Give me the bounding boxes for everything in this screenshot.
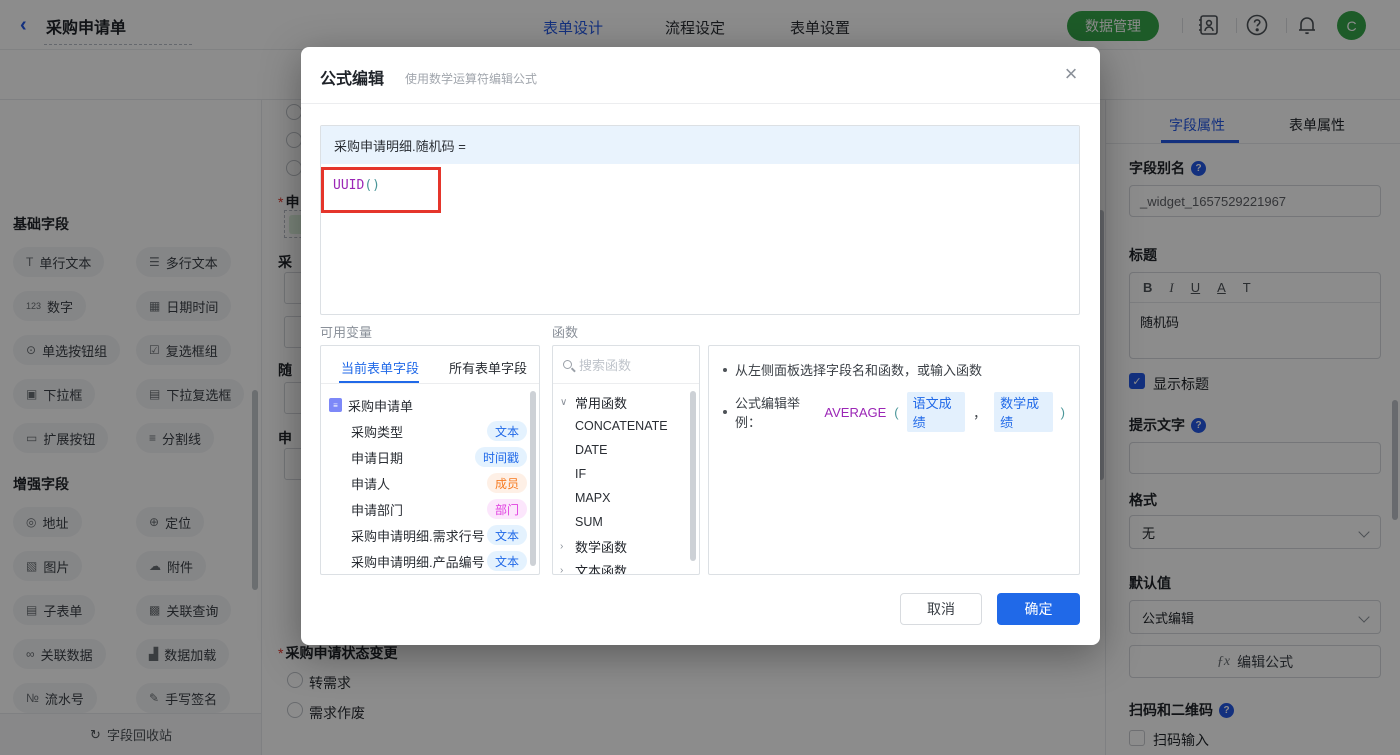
type-badge: 文本 — [486, 421, 527, 441]
chevron-right-icon: › — [560, 564, 564, 575]
chevron-down-icon: ∨ — [560, 396, 568, 408]
type-badge: 部门 — [486, 499, 527, 519]
variables-panel: 当前表单字段 所有表单字段 ≡ 采购申请单 采购类型 文本 申请日期 时间戳 申请人… — [320, 345, 540, 575]
type-badge: 时间戳 — [474, 447, 527, 467]
tree-root-form[interactable]: ≡ 采购申请单 — [321, 392, 539, 418]
functions-label: 函数 — [552, 325, 579, 340]
function-group-common[interactable]: ∨ 常用函数 — [553, 390, 699, 414]
function-group-math[interactable]: › 数学函数 — [553, 534, 699, 558]
function-item[interactable]: IF — [553, 462, 699, 486]
bullet-icon — [723, 410, 727, 414]
functions-tree: ∨ 常用函数 CONCATENATE DATE IF MAPX SUM › 数学函数… — [553, 384, 699, 575]
function-item[interactable]: MAPX — [553, 486, 699, 510]
divider — [301, 103, 1100, 104]
example-field-chip: 语文成绩 — [906, 392, 966, 432]
functions-scrollbar[interactable] — [690, 391, 696, 561]
formula-edit-modal: 公式编辑 使用数学运算符编辑公式 × 采购申请明细.随机码 = UUID() 可… — [301, 47, 1100, 645]
form-designer-app: ‹ 采购申请单 表单设计 流程设定 表单设置 数据管理 C ⊘ — [0, 0, 1400, 755]
function-item[interactable]: SUM — [553, 510, 699, 534]
tip-line-1: 从左侧面板选择字段名和函数，或输入函数 — [723, 360, 1065, 379]
variable-item[interactable]: 申请日期 时间戳 — [321, 444, 539, 470]
type-badge: 文本 — [486, 551, 527, 571]
form-name: 采购申请单 — [348, 398, 414, 414]
formula-editor: 采购申请明细.随机码 = UUID() — [320, 125, 1080, 315]
modal-title: 公式编辑 — [320, 71, 385, 88]
tab-all-form-fields[interactable]: 所有表单字段 — [449, 358, 527, 377]
functions-panel: 搜索函数 ∨ 常用函数 CONCATENATE DATE IF MAPX SUM … — [552, 345, 700, 575]
function-item[interactable]: CONCATENATE — [553, 414, 699, 438]
variables-scrollbar[interactable] — [530, 391, 536, 566]
function-group-text[interactable]: › 文本函数 — [553, 558, 699, 575]
chevron-right-icon: › — [560, 540, 564, 552]
example-function: AVERAGE — [824, 404, 887, 420]
variable-item[interactable]: 申请人 成员 — [321, 470, 539, 496]
variables-tabs: 当前表单字段 所有表单字段 — [321, 346, 539, 384]
variable-item[interactable]: 采购申请明细.需求行号 文本 — [321, 522, 539, 548]
tips-panel: 从左侧面板选择字段名和函数，或输入函数 公式编辑举例： AVERAGE( 语文成绩… — [708, 345, 1080, 575]
tip-line-2: 公式编辑举例： AVERAGE( 语文成绩 ， 数学成绩 ) — [723, 392, 1065, 432]
modal-subtitle: 使用数学运算符编辑公式 — [405, 72, 538, 86]
form-doc-icon: ≡ — [329, 398, 342, 412]
variable-item-clipped[interactable] — [321, 574, 539, 575]
active-tab-underline — [339, 381, 419, 383]
variables-tree: ≡ 采购申请单 采购类型 文本 申请日期 时间戳 申请人 成员 申请部门 部门 采购申请… — [321, 384, 539, 575]
example-field-chip: 数学成绩 — [994, 392, 1053, 432]
type-badge: 成员 — [486, 473, 527, 493]
formula-target: 采购申请明细.随机码 = — [321, 126, 1079, 164]
search-placeholder: 搜索函数 — [579, 358, 632, 373]
close-icon[interactable]: × — [1056, 59, 1086, 89]
search-icon — [563, 360, 572, 369]
annotation-highlight-box — [321, 167, 441, 213]
bullet-icon — [723, 367, 727, 372]
cancel-button[interactable]: 取消 — [900, 593, 982, 625]
function-item[interactable]: DATE — [553, 438, 699, 462]
variable-item[interactable]: 采购类型 文本 — [321, 418, 539, 444]
variable-item[interactable]: 采购申请明细.产品编号 文本 — [321, 548, 539, 574]
confirm-button[interactable]: 确定 — [997, 593, 1080, 625]
function-search-input[interactable]: 搜索函数 — [553, 346, 699, 384]
variable-item[interactable]: 申请部门 部门 — [321, 496, 539, 522]
type-badge: 文本 — [486, 525, 527, 545]
variables-label: 可用变量 — [320, 325, 373, 340]
tab-current-form-fields[interactable]: 当前表单字段 — [341, 358, 419, 377]
